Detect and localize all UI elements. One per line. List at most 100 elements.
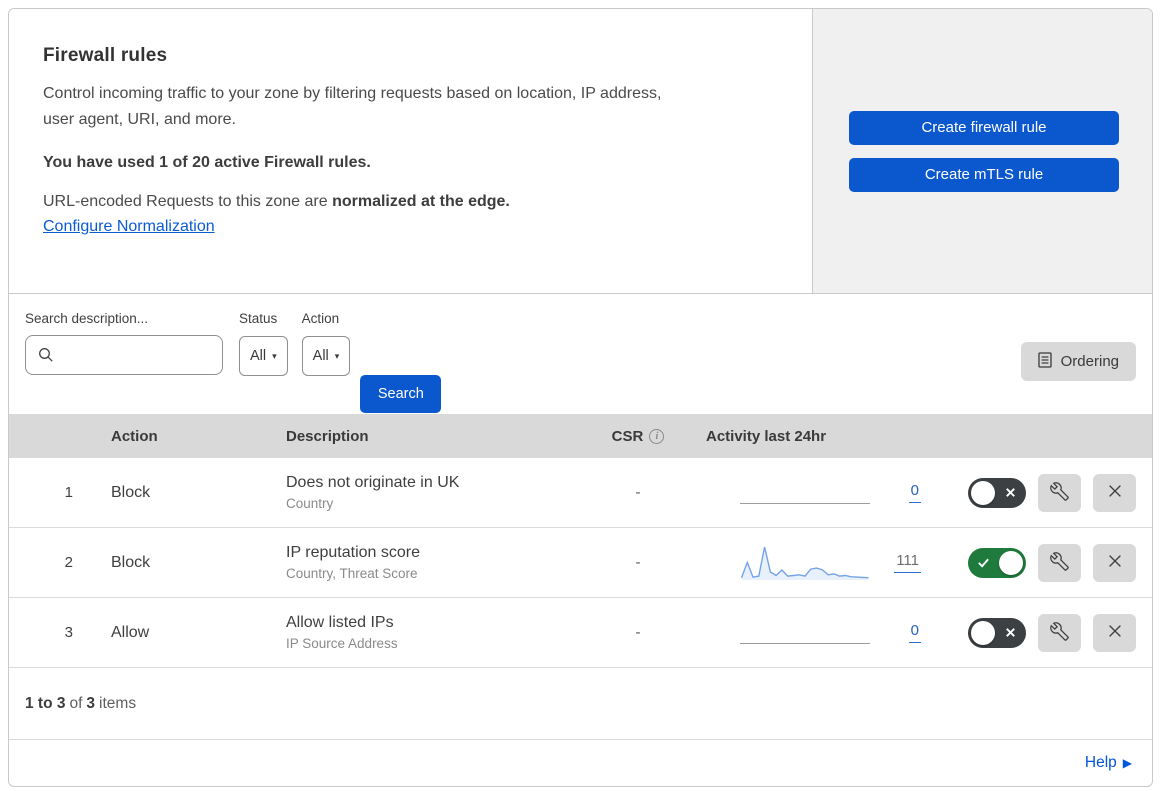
table-header: Action Description CSR i Activity last 2… (9, 414, 1152, 458)
rule-csr-value: - (635, 554, 641, 571)
toggle-knob (971, 620, 995, 645)
normalization-text: URL-encoded Requests to this zone are no… (43, 193, 762, 211)
status-dropdown[interactable]: All ▾ (239, 336, 288, 376)
header-description-col: Description (286, 427, 369, 445)
firewall-rules-card: Firewall rules Control incoming traffic … (8, 8, 1153, 787)
rule-criteria: Country, Threat Score (286, 566, 418, 581)
configure-normalization-link[interactable]: Configure Normalization (43, 218, 215, 236)
table-row: 3 Allow Allow listed IPs IP Source Addre… (9, 598, 1152, 668)
create-firewall-rule-button[interactable]: Create firewall rule (849, 110, 1119, 145)
table-row: 1 Block Does not originate in UK Country… (9, 458, 1152, 528)
rule-criteria: IP Source Address (286, 636, 398, 651)
ordering-button-label: Ordering (1060, 353, 1119, 370)
header-csr-col: CSR i (578, 428, 698, 445)
edit-rule-button[interactable] (1038, 473, 1081, 512)
rule-description-cell: Allow listed IPs IP Source Address (248, 614, 578, 651)
header-action-col: Action (111, 427, 158, 445)
page-description: Control incoming traffic to your zone by… (43, 81, 762, 133)
table-row: 2 Block IP reputation score Country, Thr… (9, 528, 1152, 598)
help-footer: Help ▶ (9, 739, 1152, 786)
usage-summary: You have used 1 of 20 active Firewall ru… (43, 154, 371, 171)
activity-sparkline-empty (740, 613, 870, 653)
action-dropdown[interactable]: All ▾ (301, 336, 351, 376)
of-text: of (69, 694, 83, 712)
rule-csr-value: - (635, 484, 641, 501)
actions-panel: Create firewall rule Create mTLS rule (813, 9, 1152, 293)
rule-description-cell: Does not originate in UK Country (248, 474, 578, 511)
ordering-button[interactable]: Ordering (1020, 342, 1136, 381)
items-text: items (99, 694, 137, 712)
rule-enabled-toggle[interactable] (968, 617, 1026, 648)
close-icon (1106, 482, 1124, 503)
rule-enabled-toggle[interactable] (968, 477, 1026, 508)
create-mtls-rule-button[interactable]: Create mTLS rule (849, 157, 1119, 192)
rule-description: IP reputation score (286, 544, 421, 561)
description-line-2: user agent, URI, and more. (43, 111, 236, 128)
rule-controls (938, 613, 1152, 652)
list-document-icon (1037, 351, 1052, 372)
rule-priority: 3 (64, 624, 73, 641)
wrench-icon (1050, 481, 1069, 504)
toggle-knob (971, 480, 995, 505)
items-total: 3 (86, 694, 96, 712)
rule-action: Allow (111, 623, 150, 641)
search-input[interactable] (25, 335, 223, 375)
edit-rule-button[interactable] (1038, 613, 1081, 652)
activity-sparkline-chart (740, 543, 870, 583)
delete-rule-button[interactable] (1093, 543, 1136, 582)
pagination-summary: 1 to 3 of 3 items (9, 668, 1152, 739)
activity-count-link[interactable]: 111 (894, 552, 921, 573)
arrow-right-icon: ▶ (1122, 756, 1132, 770)
rule-activity-cell: 111 (698, 528, 938, 597)
action-label: Action (301, 311, 340, 326)
filter-bar: Search description... Status All ▾ Actio… (9, 294, 1152, 414)
delete-rule-button[interactable] (1093, 473, 1136, 512)
rule-description: Does not originate in UK (286, 474, 460, 491)
activity-count-link[interactable]: 0 (908, 482, 921, 503)
csr-header-label: CSR (611, 427, 644, 445)
rule-enabled-toggle[interactable] (968, 547, 1026, 578)
rule-activity-cell: 0 (698, 458, 938, 527)
rule-criteria: Country (286, 496, 334, 511)
activity-sparkline-empty (740, 473, 870, 513)
toggle-check-icon (977, 556, 990, 574)
action-group: Action All ▾ (301, 311, 351, 376)
edit-rule-button[interactable] (1038, 543, 1081, 582)
rule-action: Block (111, 483, 151, 501)
wrench-icon (1050, 621, 1069, 644)
action-dropdown-value: All (312, 348, 329, 364)
toggle-knob (999, 550, 1023, 575)
status-dropdown-value: All (250, 348, 267, 364)
help-link-label: Help (1084, 754, 1117, 771)
toggle-x-icon (1004, 486, 1017, 504)
search-icon (38, 347, 54, 368)
rule-priority: 2 (64, 554, 73, 571)
info-icon[interactable]: i (649, 428, 665, 444)
description-line-1: Control incoming traffic to your zone by… (43, 85, 662, 102)
status-label: Status (239, 311, 278, 326)
delete-rule-button[interactable] (1093, 613, 1136, 652)
close-icon (1106, 622, 1124, 643)
search-label: Search description... (25, 311, 149, 326)
rule-controls (938, 473, 1152, 512)
rule-description: Allow listed IPs (286, 614, 394, 631)
rule-activity-cell: 0 (698, 598, 938, 667)
header-section: Firewall rules Control incoming traffic … (9, 9, 1152, 294)
status-group: Status All ▾ (239, 311, 288, 376)
wrench-icon (1050, 551, 1069, 574)
header-activity-col: Activity last 24hr (706, 427, 827, 445)
page-title: Firewall rules (43, 45, 168, 66)
rule-priority: 1 (64, 484, 73, 501)
activity-count-link[interactable]: 0 (908, 622, 921, 643)
close-icon (1106, 552, 1124, 573)
chevron-down-icon: ▾ (334, 350, 340, 361)
items-range: 1 to 3 (25, 694, 66, 712)
rule-action: Block (111, 553, 151, 571)
search-field-wrap (25, 335, 223, 375)
chevron-down-icon: ▾ (272, 350, 277, 361)
header-text-panel: Firewall rules Control incoming traffic … (9, 9, 813, 293)
search-button[interactable]: Search (360, 375, 442, 413)
toggle-x-icon (1004, 626, 1017, 644)
rule-controls (938, 543, 1152, 582)
help-link[interactable]: Help ▶ (1085, 754, 1132, 772)
